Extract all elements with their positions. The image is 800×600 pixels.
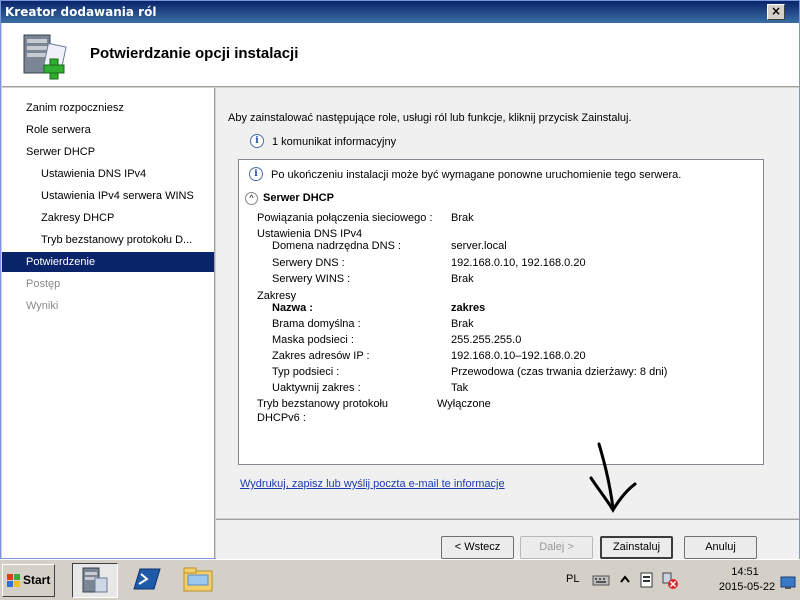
- install-button[interactable]: Zainstaluj: [600, 536, 673, 559]
- binding-label: Powiązania połączenia sieciowego :: [257, 212, 433, 224]
- details-panel[interactable]: i Po ukończeniu instalacji może być wyma…: [238, 159, 764, 465]
- step-progress: Postęp: [26, 278, 61, 290]
- windows-logo-icon: [7, 574, 20, 587]
- step-before-you-begin[interactable]: Zanim rozpoczniesz: [2, 98, 214, 118]
- restart-notice: Po ukończeniu instalacji może być wymaga…: [271, 169, 682, 181]
- wizard-footer: < Wstecz Dalej > Zainstaluj Anuluj: [216, 519, 799, 559]
- cancel-button[interactable]: Anuluj: [684, 536, 757, 559]
- step-results: Wyniki: [26, 300, 59, 312]
- binding-value: Brak: [451, 212, 474, 224]
- step-confirmation[interactable]: Potwierdzenie: [2, 252, 214, 272]
- title-bar[interactable]: Kreator dodawania ról ×: [1, 1, 799, 23]
- scope-name-value: zakres: [451, 302, 486, 314]
- server-manager-icon: [82, 567, 108, 593]
- wins-value: Brak: [451, 273, 474, 285]
- clock-date[interactable]: 2015-05-22: [716, 581, 778, 593]
- stateless-label-line1: Tryb bezstanowy protokołu: [257, 398, 389, 410]
- keyboard-icon[interactable]: [592, 572, 610, 588]
- gateway-value: Brak: [451, 318, 474, 330]
- action-center-flag-icon[interactable]: [638, 570, 654, 590]
- step-dns-ipv4-settings[interactable]: Ustawienia DNS IPv4: [2, 164, 214, 184]
- info-icon: i: [250, 134, 264, 148]
- mask-value: 255.255.255.0: [451, 334, 522, 346]
- step-dhcp-server[interactable]: Serwer DHCP: [2, 142, 214, 162]
- wins-label: Serwery WINS :: [272, 273, 351, 285]
- wizard-steps-sidebar: Zanim rozpoczniesz Role serwera Serwer D…: [2, 88, 215, 558]
- back-button[interactable]: < Wstecz: [441, 536, 514, 559]
- next-button: Dalej >: [520, 536, 593, 559]
- step-dhcp-scopes[interactable]: Zakresy DHCP: [2, 208, 214, 228]
- section-title: Serwer DHCP: [263, 192, 334, 204]
- info-message-count: 1 komunikat informacyjny: [272, 136, 397, 148]
- show-desktop-icon[interactable]: [780, 576, 796, 590]
- taskbar-explorer[interactable]: [176, 563, 222, 598]
- wizard-window: Kreator dodawania ról × Potwierdzanie op…: [0, 0, 800, 559]
- activate-scope-label: Uaktywnij zakres :: [272, 382, 361, 394]
- range-label: Zakres adresów IP :: [272, 350, 370, 362]
- close-button[interactable]: ×: [767, 4, 785, 20]
- parent-domain-value: server.local: [451, 240, 507, 252]
- stateless-label-line2: DHCPv6 :: [257, 412, 306, 424]
- print-save-email-link[interactable]: Wydrukuj, zapisz lub wyślij poczta e-mai…: [240, 478, 505, 490]
- wizard-header: Potwierdzanie opcji instalacji: [2, 23, 799, 87]
- parent-domain-label: Domena nadrzędna DNS :: [272, 240, 402, 252]
- step-dhcpv6-stateless[interactable]: Tryb bezstanowy protokołu D...: [2, 230, 214, 250]
- taskbar-powershell[interactable]: [124, 563, 170, 598]
- confirmation-content: Aby zainstalować następujące role, usług…: [216, 88, 799, 518]
- system-tray: PL 14:51 2015-05-22: [556, 564, 798, 597]
- start-button[interactable]: Start: [2, 564, 55, 597]
- collapse-section-icon[interactable]: ^: [245, 192, 258, 205]
- scopes-label: Zakresy: [257, 290, 297, 302]
- subnet-type-value: Przewodowa (czas trwania dzierżawy: 8 dn…: [451, 366, 668, 378]
- intro-text: Aby zainstalować następujące role, usług…: [228, 112, 632, 124]
- powershell-icon: [133, 568, 161, 590]
- step-server-roles[interactable]: Role serwera: [2, 120, 214, 140]
- gateway-label: Brama domyślna :: [272, 318, 361, 330]
- folder-icon: [183, 567, 213, 592]
- notice-info-icon: i: [249, 167, 263, 181]
- stateless-value: Wyłączone: [437, 398, 491, 410]
- show-hidden-icons-icon[interactable]: [620, 574, 630, 586]
- window-title: Kreator dodawania ról: [5, 5, 157, 19]
- dns-servers-value: 192.168.0.10, 192.168.0.20: [451, 257, 586, 269]
- clock-time[interactable]: 14:51: [720, 566, 770, 578]
- activate-scope-value: Tak: [451, 382, 469, 394]
- server-add-icon: [23, 34, 67, 80]
- range-value: 192.168.0.10–192.168.0.20: [451, 350, 586, 362]
- network-disconnected-icon[interactable]: [660, 570, 680, 590]
- scope-name-label: Nazwa :: [272, 302, 313, 314]
- step-wins-settings[interactable]: Ustawienia IPv4 serwera WINS: [2, 186, 214, 206]
- subnet-type-label: Typ podsieci :: [272, 366, 340, 378]
- taskbar: Start PL 14:51 2015-05-22: [0, 559, 800, 600]
- mask-label: Maska podsieci :: [272, 334, 354, 346]
- language-indicator[interactable]: PL: [566, 573, 579, 585]
- taskbar-server-manager[interactable]: [72, 563, 118, 598]
- start-label: Start: [23, 573, 51, 587]
- dns-settings-label: Ustawienia DNS IPv4: [257, 228, 363, 240]
- dns-servers-label: Serwery DNS :: [272, 257, 345, 269]
- page-title: Potwierdzanie opcji instalacji: [90, 45, 299, 62]
